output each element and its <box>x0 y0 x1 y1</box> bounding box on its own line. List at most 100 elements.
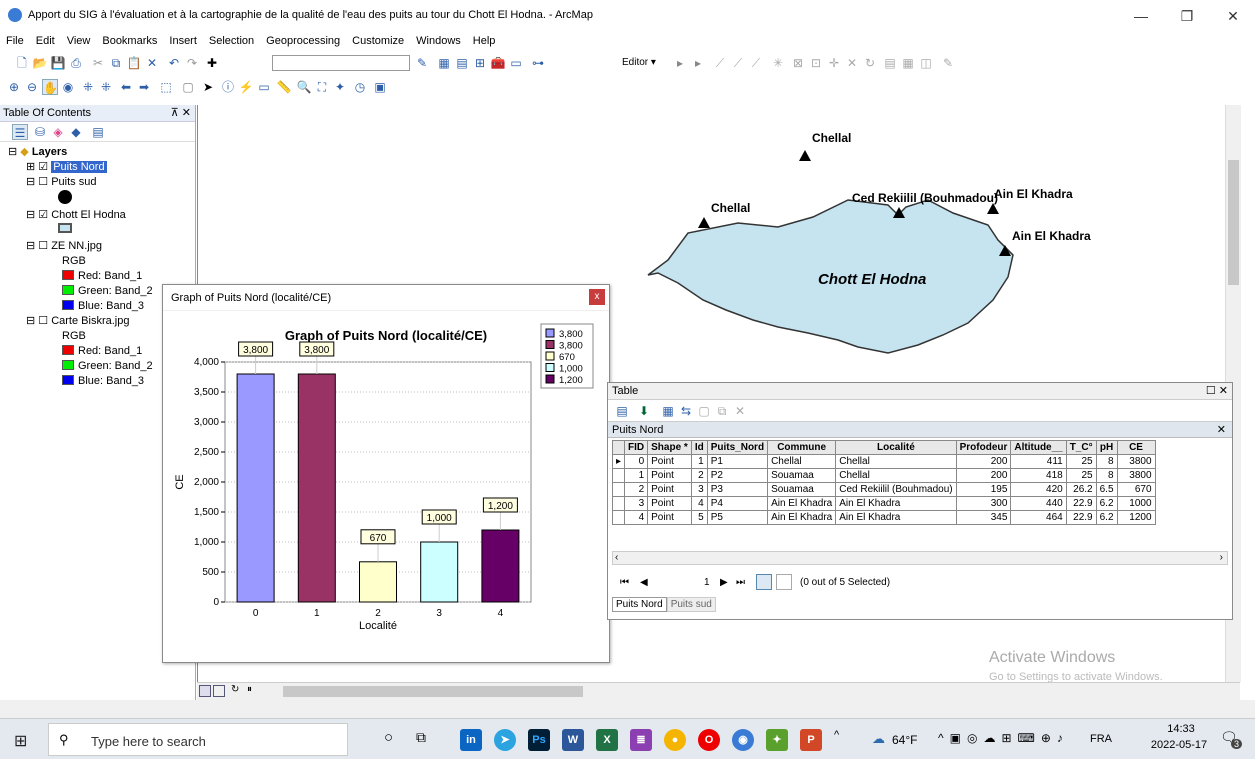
layout-view-icon[interactable] <box>213 685 225 697</box>
graph-close-button[interactable]: x <box>589 289 605 305</box>
trace-icon[interactable]: ⟋ <box>748 55 764 71</box>
cortana-icon[interactable]: ○ <box>384 729 393 746</box>
table-icon[interactable]: ▦ <box>436 55 452 71</box>
col-header[interactable]: Localité <box>835 440 957 455</box>
col-header[interactable]: Id <box>690 440 708 455</box>
next-record-icon[interactable]: ▶ <box>720 577 728 588</box>
clock-time[interactable]: 14:33 <box>1156 723 1206 735</box>
col-header[interactable]: Altitude__ <box>1010 440 1067 455</box>
toc-layer-puits-sud[interactable]: ⊟ ☐ Puits sud <box>0 175 195 190</box>
toc-options-icon[interactable]: ▤ <box>90 124 106 140</box>
table-window-controls[interactable]: ☐ ✕ <box>1206 383 1228 400</box>
col-header[interactable]: pH <box>1095 440 1118 455</box>
fixed-zoom-in-icon[interactable]: ⁜ <box>80 79 96 95</box>
photoshop-icon[interactable]: Ps <box>528 729 550 751</box>
menu-help[interactable]: Help <box>473 32 496 50</box>
attributes-icon[interactable]: ▤ <box>882 55 898 71</box>
refresh-icon[interactable]: ↻ <box>231 684 239 695</box>
edit-tool-icon[interactable]: ▸ <box>672 55 688 71</box>
related-tables-icon[interactable]: ⬇ <box>636 403 652 419</box>
editor-options-icon[interactable]: ✎ <box>940 55 956 71</box>
row-selector[interactable]: ▸ <box>611 454 626 469</box>
fixed-zoom-out-icon[interactable]: ⁜ <box>98 79 114 95</box>
full-extent-icon[interactable]: ◉ <box>60 79 76 95</box>
select-features-icon[interactable]: ⬚ <box>158 79 174 95</box>
language-indicator[interactable]: FRA <box>1090 733 1112 745</box>
close-window-button[interactable]: ✕ <box>1210 0 1255 32</box>
clock-date[interactable]: 2022-05-17 <box>1148 739 1210 751</box>
row-selector[interactable] <box>611 468 626 483</box>
select-elements-icon[interactable]: ➤ <box>200 79 216 95</box>
search-window-icon[interactable]: ⊞ <box>472 55 488 71</box>
menu-file[interactable]: File <box>6 32 24 50</box>
table-horizontal-scrollbar[interactable]: ‹ › <box>612 551 1228 565</box>
toc-layer-puits-nord[interactable]: ⊞ ☑ Puits Nord <box>0 160 195 175</box>
search-box[interactable]: ⚲ Type here to search <box>48 723 348 756</box>
menu-bookmarks[interactable]: Bookmarks <box>102 32 157 50</box>
edit-vertices-icon[interactable]: ⊠ <box>790 55 806 71</box>
print-icon[interactable]: ⎙ <box>68 55 84 71</box>
well-marker[interactable] <box>999 245 1011 256</box>
telegram-icon[interactable]: ➤ <box>494 729 516 751</box>
reshape-icon[interactable]: ⊡ <box>808 55 824 71</box>
pan-icon[interactable]: ✋ <box>42 79 58 95</box>
copy-icon[interactable]: ⧉ <box>108 55 124 71</box>
scroll-right-icon[interactable]: › <box>1220 552 1223 563</box>
table-row[interactable]: ▸ 0 Point 1 P1 Chellal Chellal 200 411 25 8 3800 <box>611 454 1156 469</box>
forward-extent-icon[interactable]: ➡ <box>136 79 152 95</box>
measure-icon[interactable]: 📏 <box>276 79 292 95</box>
show-selected-records-icon[interactable] <box>776 574 792 590</box>
chrome-icon[interactable]: ● <box>664 729 686 751</box>
scrollbar-thumb[interactable] <box>1228 160 1239 285</box>
excel-icon[interactable]: X <box>596 729 618 751</box>
record-number[interactable]: 1 <box>704 577 710 588</box>
task-view-icon[interactable]: ⧉ <box>416 729 426 746</box>
system-tray-icons[interactable]: ^▣◎☁⊞⌨⊕♪ <box>938 731 1069 745</box>
split-icon[interactable]: ✕ <box>844 55 860 71</box>
arccatalog-icon[interactable]: ✦ <box>766 729 788 751</box>
redo-icon[interactable]: ↷ <box>184 55 200 71</box>
menu-selection[interactable]: Selection <box>209 32 254 50</box>
open-icon[interactable]: 📂 <box>32 55 48 71</box>
cut-polygons-icon[interactable]: ✛ <box>826 55 842 71</box>
switch-selection-icon[interactable]: ⇆ <box>678 403 694 419</box>
point-icon[interactable]: ✳ <box>770 55 786 71</box>
powerpoint-icon[interactable]: P <box>800 729 822 751</box>
go-to-xy-icon[interactable]: ✦ <box>332 79 348 95</box>
table-row[interactable]: 2 Point 3 P3 Souamaa Ced Rekiilil (Bouhmadou)… <box>611 482 1156 497</box>
save-icon[interactable]: 💾 <box>50 55 66 71</box>
menu-geoprocessing[interactable]: Geoprocessing <box>266 32 340 50</box>
pause-icon[interactable]: ⏸ <box>247 684 252 695</box>
clear-selection-icon[interactable]: ▢ <box>180 79 196 95</box>
last-record-icon[interactable]: ⏭ <box>736 577 745 588</box>
delete-selected-icon[interactable]: ✕ <box>732 403 748 419</box>
show-all-records-icon[interactable] <box>756 574 772 590</box>
prev-record-icon[interactable]: ◀ <box>640 577 648 588</box>
col-header[interactable]: FID <box>624 440 649 455</box>
layers-group[interactable]: ⊟ ◆ Layers <box>0 145 195 160</box>
row-selector[interactable] <box>611 482 626 497</box>
col-header[interactable]: Commune <box>767 440 837 455</box>
straight-segment-icon[interactable]: ⟋ <box>712 55 728 71</box>
back-extent-icon[interactable]: ⬅ <box>118 79 134 95</box>
row-selector[interactable] <box>611 496 626 511</box>
arcmap-taskbar-icon[interactable]: ◉ <box>732 729 754 751</box>
well-marker[interactable] <box>799 150 811 161</box>
cut-icon[interactable]: ✂ <box>90 55 106 71</box>
time-slider-icon[interactable]: ◷ <box>352 79 368 95</box>
weather-icon[interactable]: ☁ <box>872 731 885 747</box>
python-icon[interactable]: ▭ <box>508 55 524 71</box>
row-selector[interactable] <box>611 510 626 525</box>
table-row[interactable]: 3 Point 4 P4 Ain El Khadra Ain El Khadra 300 44… <box>611 496 1156 511</box>
table-row[interactable]: 4 Point 5 P5 Ain El Khadra Ain El Khadra 345 46… <box>611 510 1156 525</box>
add-data-icon[interactable]: ✚ <box>204 55 220 71</box>
weather-temp[interactable]: 64°F <box>892 733 917 747</box>
menu-view[interactable]: View <box>67 32 91 50</box>
minimize-button[interactable]: — <box>1118 0 1164 32</box>
menu-customize[interactable]: Customize <box>352 32 404 50</box>
zoom-to-selected-icon[interactable]: ⧉ <box>714 403 730 419</box>
well-marker[interactable] <box>698 217 710 228</box>
hyperlink-icon[interactable]: ⚡ <box>238 79 254 95</box>
toc-pin-close[interactable]: ⊼ ✕ <box>171 105 191 122</box>
restore-button[interactable]: ❐ <box>1164 0 1210 32</box>
